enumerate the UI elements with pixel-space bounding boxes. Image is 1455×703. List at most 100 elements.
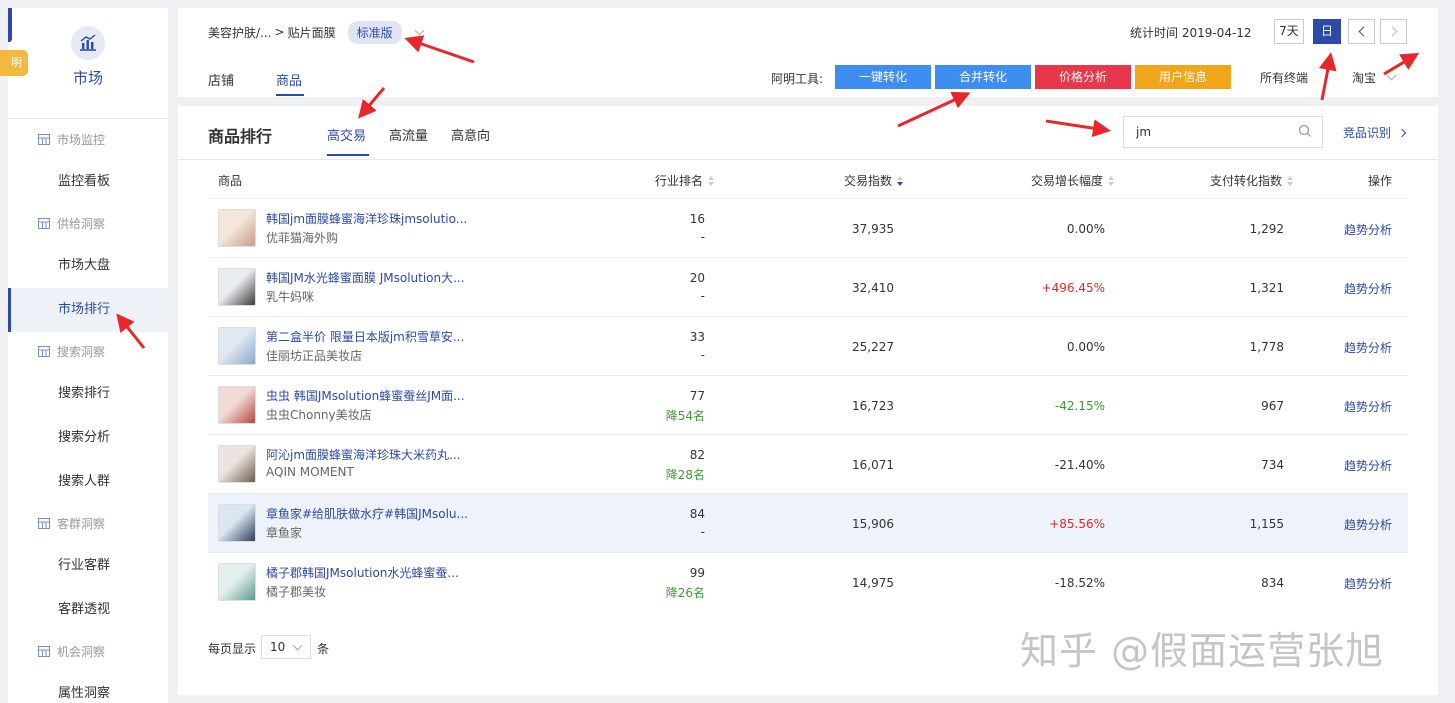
table-row[interactable]: 韩国JM水光蜂蜜面膜 JMsolution大... 乳牛妈咪 20 - 32,410 +4… — [208, 257, 1408, 316]
terminal-select[interactable]: 所有终端 — [1260, 69, 1308, 86]
price-analysis-button[interactable]: 价格分析 — [1035, 65, 1131, 89]
trend-analysis-link[interactable]: 趋势分析 — [1344, 457, 1392, 474]
search-icon[interactable] — [1298, 124, 1312, 138]
product-thumbnail[interactable] — [218, 386, 256, 424]
sidebar-section-label: 搜索洞察 — [57, 345, 106, 359]
product-thumbnail[interactable] — [218, 445, 256, 483]
table-row[interactable]: 第二盒半价 限量日本版jm积雪草安... 佳丽坊正品美妆店 33 - 25,227 0.0… — [208, 316, 1408, 375]
sidebar: 明 市场 市场监控 监控看板 供给洞察 市场大盘 市场排行 搜索洞察 搜索排行 … — [0, 8, 168, 703]
subtab-high-trade[interactable]: 高交易 — [327, 125, 366, 144]
page-title: 商品排行 — [208, 127, 273, 146]
col-header-label: 交易增长幅度 — [1031, 174, 1104, 188]
sort-icon[interactable] — [1108, 175, 1115, 186]
industry-rank: 16 — [689, 212, 705, 226]
product-title-link[interactable]: 韩国jm面膜蜂蜜海洋珍珠jmsolutio... — [266, 210, 467, 227]
platform-select[interactable]: 淘宝 — [1352, 69, 1397, 86]
sidebar-section-label: 客群洞察 — [57, 517, 106, 531]
sort-icon[interactable] — [1287, 175, 1294, 186]
sidebar-item-search-crowd[interactable]: 搜索人群 — [8, 460, 168, 504]
sidebar-section-market-monitor: 市场监控 — [38, 131, 105, 148]
one-click-convert-button[interactable]: 一键转化 — [835, 65, 931, 89]
table-row[interactable]: 橘子郡韩国JMsolution水光蜂蜜蚕... 橘子郡美妆 99 降26名 14,975… — [208, 552, 1408, 611]
prev-date-button[interactable] — [1348, 19, 1375, 44]
search-input[interactable] — [1123, 116, 1323, 148]
sidebar-item-search-analysis[interactable]: 搜索分析 — [8, 416, 168, 460]
product-ranking-panel: 商品排行 高交易 高流量 高意向 竞品识别 商品 行业排名 交易指数 交易增长幅… — [178, 106, 1438, 695]
sidebar-item-monitor-board[interactable]: 监控看板 — [8, 160, 168, 204]
trade-index: 32,410 — [852, 281, 894, 295]
industry-rank: 82 — [689, 448, 705, 462]
trend-analysis-link[interactable]: 趋势分析 — [1344, 221, 1392, 238]
sidebar-section-label: 供给洞察 — [57, 217, 106, 231]
trend-analysis-link[interactable]: 趋势分析 — [1344, 280, 1392, 297]
table-row[interactable]: 章鱼家#给肌肤做水疗#韩国JMsolu... 章鱼家 84 - 15,906 +85.56… — [208, 493, 1408, 552]
col-header-trade-index[interactable]: 交易指数 — [844, 172, 904, 189]
chevron-down-icon[interactable] — [414, 25, 425, 35]
user-info-button[interactable]: 用户信息 — [1135, 65, 1231, 89]
competitor-identify-link[interactable]: 竞品识别 — [1343, 124, 1407, 141]
tab-product[interactable]: 商品 — [276, 70, 302, 89]
product-thumbnail[interactable] — [218, 327, 256, 365]
sidebar-item-market-ranking[interactable]: 市场排行 — [8, 288, 168, 332]
watermark: 知乎 @假面运营张旭 — [1020, 629, 1385, 673]
sort-desc-icon[interactable] — [897, 175, 904, 186]
table-row[interactable]: 韩国jm面膜蜂蜜海洋珍珠jmsolutio... 优菲猫海外购 16 - 37,935 0… — [208, 198, 1408, 257]
merge-convert-button[interactable]: 合并转化 — [935, 65, 1031, 89]
product-title-link[interactable]: 橘子郡韩国JMsolution水光蜂蜜蚕... — [266, 564, 459, 581]
industry-rank: 20 — [689, 271, 705, 285]
trend-analysis-link[interactable]: 趋势分析 — [1344, 339, 1392, 356]
industry-rank: 77 — [689, 389, 705, 403]
trade-growth: +496.45% — [1041, 281, 1105, 295]
product-thumbnail[interactable] — [218, 268, 256, 306]
sidebar-item-search-ranking[interactable]: 搜索排行 — [8, 372, 168, 416]
col-header-trade-growth[interactable]: 交易增长幅度 — [1031, 172, 1115, 189]
trend-analysis-link[interactable]: 趋势分析 — [1344, 575, 1392, 592]
version-badge[interactable]: 标准版 — [347, 20, 402, 44]
trend-analysis-link[interactable]: 趋势分析 — [1344, 516, 1392, 533]
sidebar-brand[interactable]: 市场 — [8, 26, 168, 88]
product-title-link[interactable]: 阿沁jm面膜蜂蜜海洋珍珠大米药丸... — [266, 446, 460, 463]
product-thumbnail[interactable] — [218, 563, 256, 601]
product-title-link[interactable]: 虫虫 韩国JMsolution蜂蜜蚕丝JM面... — [266, 387, 465, 404]
breadcrumb-separator: > — [274, 25, 285, 39]
product-title-link[interactable]: 章鱼家#给肌肤做水疗#韩国JMsolu... — [266, 505, 468, 522]
range-7d-button[interactable]: 7天 — [1274, 19, 1304, 44]
rank-change: 降28名 — [665, 468, 705, 482]
product-shop-name: 佳丽坊正品美妆店 — [266, 349, 363, 363]
stat-time: 统计时间 2019-04-12 — [1130, 26, 1252, 40]
subtab-high-traffic[interactable]: 高流量 — [389, 125, 428, 144]
range-day-button[interactable]: 日 — [1313, 19, 1341, 44]
breadcrumb-category[interactable]: 美容护肤/... — [208, 24, 272, 41]
sidebar-item-market-overview[interactable]: 市场大盘 — [8, 244, 168, 288]
chevron-left-icon — [1358, 26, 1368, 37]
trade-growth: +85.56% — [1049, 517, 1105, 531]
sidebar-item-crowd-insight[interactable]: 客群透视 — [8, 588, 168, 632]
next-date-button[interactable] — [1380, 19, 1407, 44]
platform-select-value: 淘宝 — [1352, 71, 1377, 85]
pay-conversion-index: 834 — [1261, 576, 1284, 590]
col-header-industry-rank[interactable]: 行业排名 — [655, 172, 715, 189]
product-title-link[interactable]: 第二盒半价 限量日本版jm积雪草安... — [266, 328, 464, 345]
active-tab-indicator — [276, 94, 304, 96]
table-row[interactable]: 虫虫 韩国JMsolution蜂蜜蚕丝JM面... 虫虫Chonny美妆店 77 降5… — [208, 375, 1408, 434]
breadcrumb-subcategory[interactable]: 贴片面膜 — [288, 24, 336, 41]
industry-rank: 99 — [689, 566, 705, 580]
trend-analysis-link[interactable]: 趋势分析 — [1344, 398, 1392, 415]
sort-icon[interactable] — [708, 175, 715, 186]
sidebar-item-attribute-insight[interactable]: 属性洞察 — [8, 672, 168, 703]
section-grid-icon — [38, 218, 50, 229]
page-size-select[interactable]: 10 — [261, 635, 311, 659]
chevron-right-icon — [1397, 128, 1407, 137]
subtab-high-intent[interactable]: 高意向 — [451, 125, 490, 144]
product-thumbnail[interactable] — [218, 504, 256, 542]
tools-label: 阿明工具: — [771, 72, 824, 86]
table-row[interactable]: 阿沁jm面膜蜂蜜海洋珍珠大米药丸... AQIN MOMENT 82 降28名 16,0… — [208, 434, 1408, 493]
product-title-link[interactable]: 韩国JM水光蜂蜜面膜 JMsolution大... — [266, 269, 465, 286]
product-thumbnail[interactable] — [218, 209, 256, 247]
tab-store[interactable]: 店铺 — [208, 70, 234, 89]
active-subtab-indicator — [327, 154, 369, 156]
sidebar-section-supply: 供给洞察 — [38, 215, 105, 232]
sidebar-divider — [8, 118, 168, 119]
sidebar-item-industry-crowd[interactable]: 行业客群 — [8, 544, 168, 588]
col-header-pay-conversion[interactable]: 支付转化指数 — [1210, 172, 1294, 189]
